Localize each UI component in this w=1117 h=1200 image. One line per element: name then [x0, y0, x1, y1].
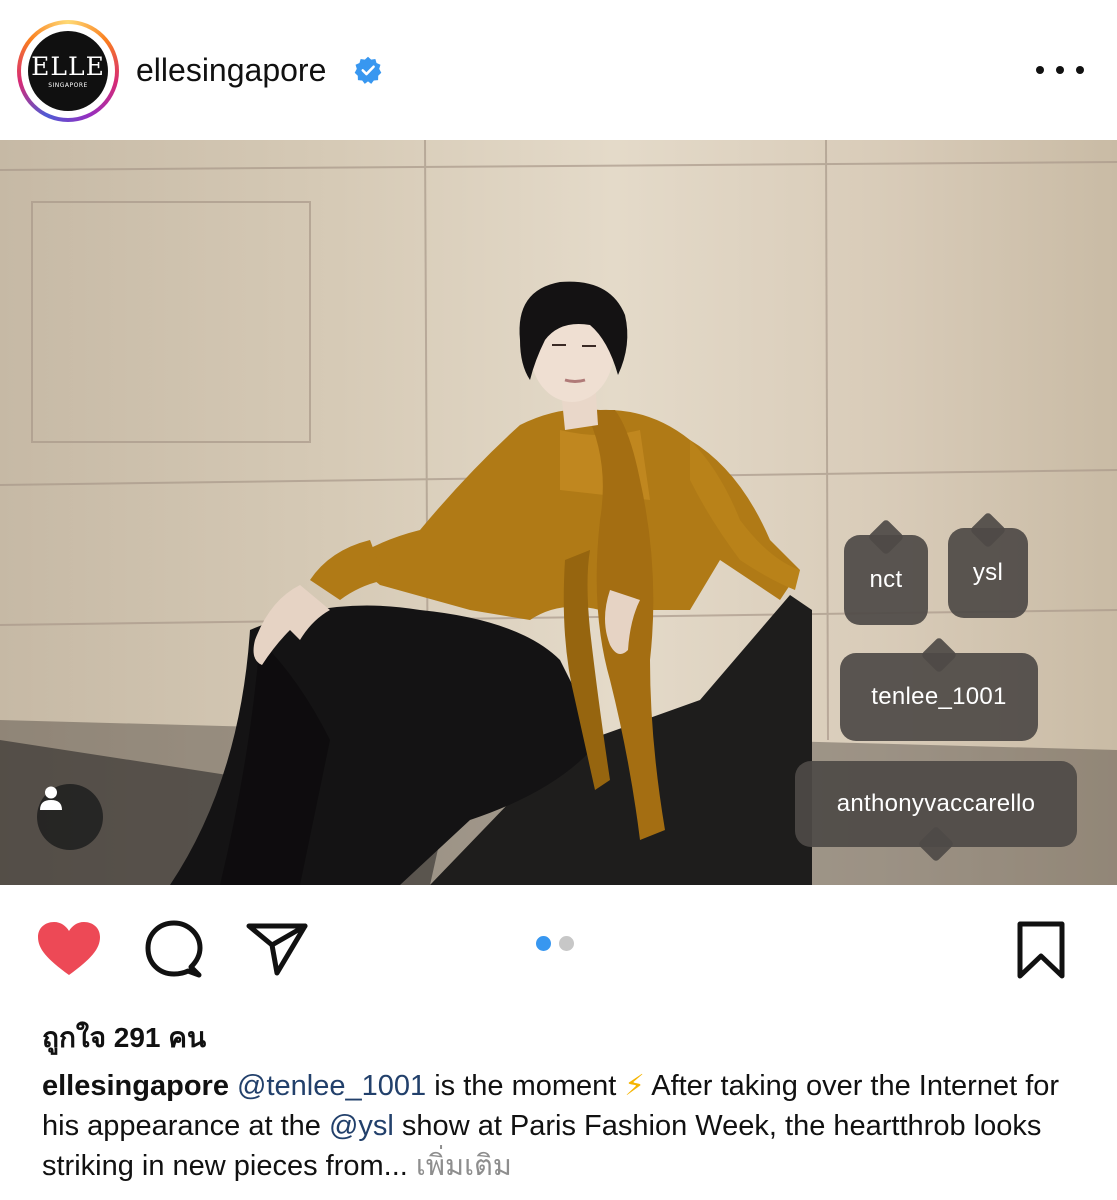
- lightning-emoji: ⚡: [624, 1070, 645, 1102]
- story-ring[interactable]: ELLE SINGAPORE: [17, 20, 119, 122]
- tag-label: tenlee_1001: [871, 683, 1007, 710]
- comment-icon[interactable]: [144, 919, 204, 979]
- product-tag-nct[interactable]: nct: [844, 518, 928, 625]
- user-tag-tenlee[interactable]: tenlee_1001: [840, 636, 1038, 741]
- more-options-icon[interactable]: [1036, 54, 1084, 86]
- tag-label: nct: [869, 566, 903, 593]
- verified-badge-icon: [354, 56, 382, 84]
- send-icon[interactable]: [246, 921, 308, 977]
- tag-label: anthonyvaccarello: [836, 790, 1036, 817]
- post-image[interactable]: nct ysl tenlee_1001 anthonyvaccarello: [0, 140, 1117, 885]
- avatar-border: ELLE SINGAPORE: [21, 24, 115, 118]
- user-tags-button[interactable]: [37, 784, 103, 850]
- caption-text: is the moment: [426, 1070, 625, 1102]
- dot: [1076, 66, 1084, 74]
- tag-label: ysl: [972, 559, 1004, 586]
- user-icon: [40, 786, 62, 810]
- carousel-indicator: [536, 936, 574, 951]
- user-tag-anthonyvaccarello[interactable]: anthonyvaccarello: [795, 761, 1077, 863]
- post-username[interactable]: ellesingapore: [136, 52, 326, 88]
- avatar-logo-subtext: SINGAPORE: [48, 81, 88, 89]
- carousel-dot: [559, 936, 574, 951]
- likes-count[interactable]: ถูกใจ 291 คน: [42, 1016, 206, 1060]
- post-header: ELLE SINGAPORE ellesingapore: [0, 0, 1117, 140]
- avatar-logo-text: ELLE: [31, 51, 105, 81]
- action-bar: [0, 885, 1117, 1000]
- carousel-dot-active: [536, 936, 551, 951]
- dot: [1056, 66, 1064, 74]
- avatar[interactable]: ELLE SINGAPORE: [28, 31, 108, 111]
- product-tag-ysl[interactable]: ysl: [948, 511, 1028, 618]
- caption-more-link[interactable]: เพิ่มเติม: [416, 1150, 512, 1182]
- post-caption: ellesingapore @tenlee_1001 is the moment…: [42, 1066, 1082, 1186]
- caption-mention-ysl[interactable]: @ysl: [329, 1110, 394, 1142]
- dot: [1036, 66, 1044, 74]
- heart-icon[interactable]: [37, 921, 101, 977]
- bookmark-icon[interactable]: [1016, 920, 1066, 980]
- caption-username[interactable]: ellesingapore: [42, 1070, 229, 1102]
- caption-mention-tenlee[interactable]: @tenlee_1001: [237, 1070, 426, 1102]
